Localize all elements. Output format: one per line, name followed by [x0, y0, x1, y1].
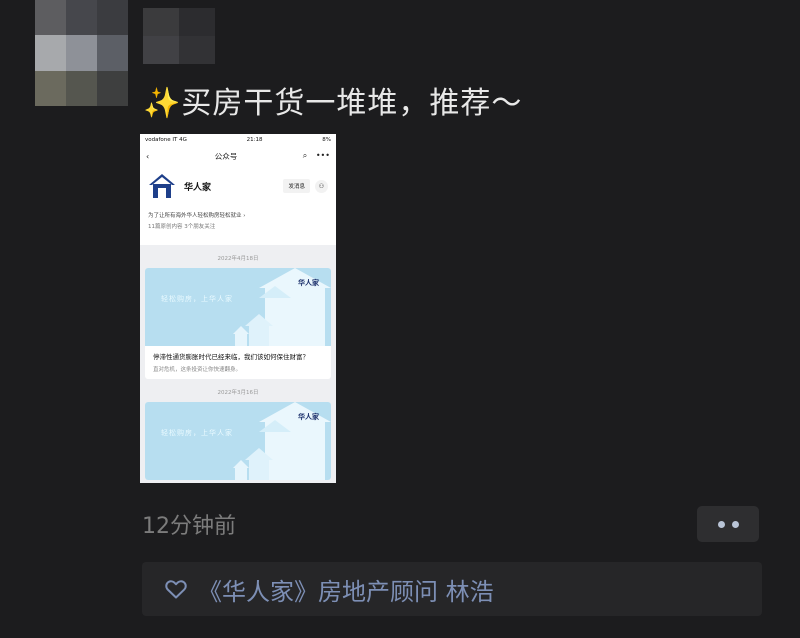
back-icon: ‹	[146, 151, 150, 161]
post-image[interactable]: vodafone IT 4G 21:18 8% ‹ 公众号 ⌕ ••• 华人家 …	[140, 134, 336, 483]
heart-outline-icon	[165, 580, 187, 599]
user-icon: ⚇	[315, 179, 328, 193]
article-subtitle: 直对危机，这条投资让你快速翻身。	[153, 367, 242, 373]
send-message-button: 发消息	[283, 179, 310, 193]
name-mosaic-cell	[179, 8, 215, 36]
article-date: 2022年4月18日	[217, 256, 259, 262]
sparkles-emoji: ✨	[143, 86, 182, 121]
search-icon: ⌕	[302, 151, 308, 160]
image-battery: 8%	[322, 136, 331, 143]
article-card: 轻松购房，上华人家 华人家	[145, 402, 331, 480]
more-actions-button[interactable]	[697, 506, 759, 542]
image-nav-title: 公众号	[214, 151, 238, 161]
image-nav-bar: ‹ 公众号 ⌕ •••	[140, 145, 336, 167]
account-profile: 华人家 发消息 ⚇ 为了让所有海外华人轻松购房轻松就业 › 11篇原创内容 3个…	[140, 167, 336, 245]
avatar-mosaic-cell	[66, 70, 97, 106]
avatar-mosaic-cell	[35, 0, 66, 36]
likes-bar: 《华人家》房地产顾问 林浩	[142, 562, 762, 616]
account-meta: 11篇原创内容 3个朋友关注	[148, 224, 216, 230]
avatar-mosaic-cell	[97, 0, 128, 36]
avatar-mosaic-cell	[97, 70, 128, 106]
banner-slogan: 轻松购房，上华人家	[161, 295, 233, 303]
post-timestamp: 12分钟前	[142, 514, 236, 539]
image-clock: 21:18	[246, 136, 263, 143]
post-text-body: 买房干货一堆堆，推荐～	[181, 86, 523, 121]
article-banner: 轻松购房，上华人家 华人家	[145, 402, 331, 480]
user-name-blurred[interactable]	[143, 8, 215, 64]
house-logo-icon	[148, 173, 176, 199]
article-banner: 轻松购房，上华人家 华人家	[145, 268, 331, 346]
name-mosaic-cell	[143, 36, 179, 64]
avatar-mosaic-cell	[35, 35, 66, 71]
banner-slogan: 轻松购房，上华人家	[161, 429, 233, 437]
dot-icon	[717, 520, 725, 528]
article-title: 停滞性通货膨胀时代已经来临，我们该如何保住财富？	[153, 353, 309, 361]
article-date: 2022年3月16日	[217, 390, 259, 396]
account-description: 为了让所有海外华人轻松购房轻松就业 ›	[148, 213, 246, 219]
image-carrier: vodafone IT 4G	[145, 136, 187, 143]
post-text: ✨买房干货一堆堆，推荐～	[143, 78, 522, 122]
avatar[interactable]	[35, 0, 128, 106]
image-nav-actions: ⌕ •••	[303, 151, 330, 161]
avatar-mosaic-cell	[66, 35, 97, 71]
banner-brand: 华人家	[298, 413, 319, 421]
avatar-mosaic-cell	[66, 0, 97, 36]
dot-icon	[731, 520, 739, 528]
image-status-bar: vodafone IT 4G 21:18 8%	[140, 134, 336, 145]
more-icon: •••	[315, 151, 330, 160]
account-name: 华人家	[184, 182, 212, 193]
name-mosaic-cell	[179, 36, 215, 64]
avatar-mosaic-cell	[97, 35, 128, 71]
article-card: 轻松购房，上华人家 华人家 停滞性通货膨胀时代已经来临，我们该如何保住财富？ 直…	[145, 268, 331, 379]
avatar-mosaic-cell	[35, 70, 66, 106]
name-mosaic-cell	[143, 8, 179, 36]
like-user-name[interactable]: 《华人家》房地产顾问 林浩	[198, 572, 494, 607]
banner-brand: 华人家	[298, 279, 319, 287]
